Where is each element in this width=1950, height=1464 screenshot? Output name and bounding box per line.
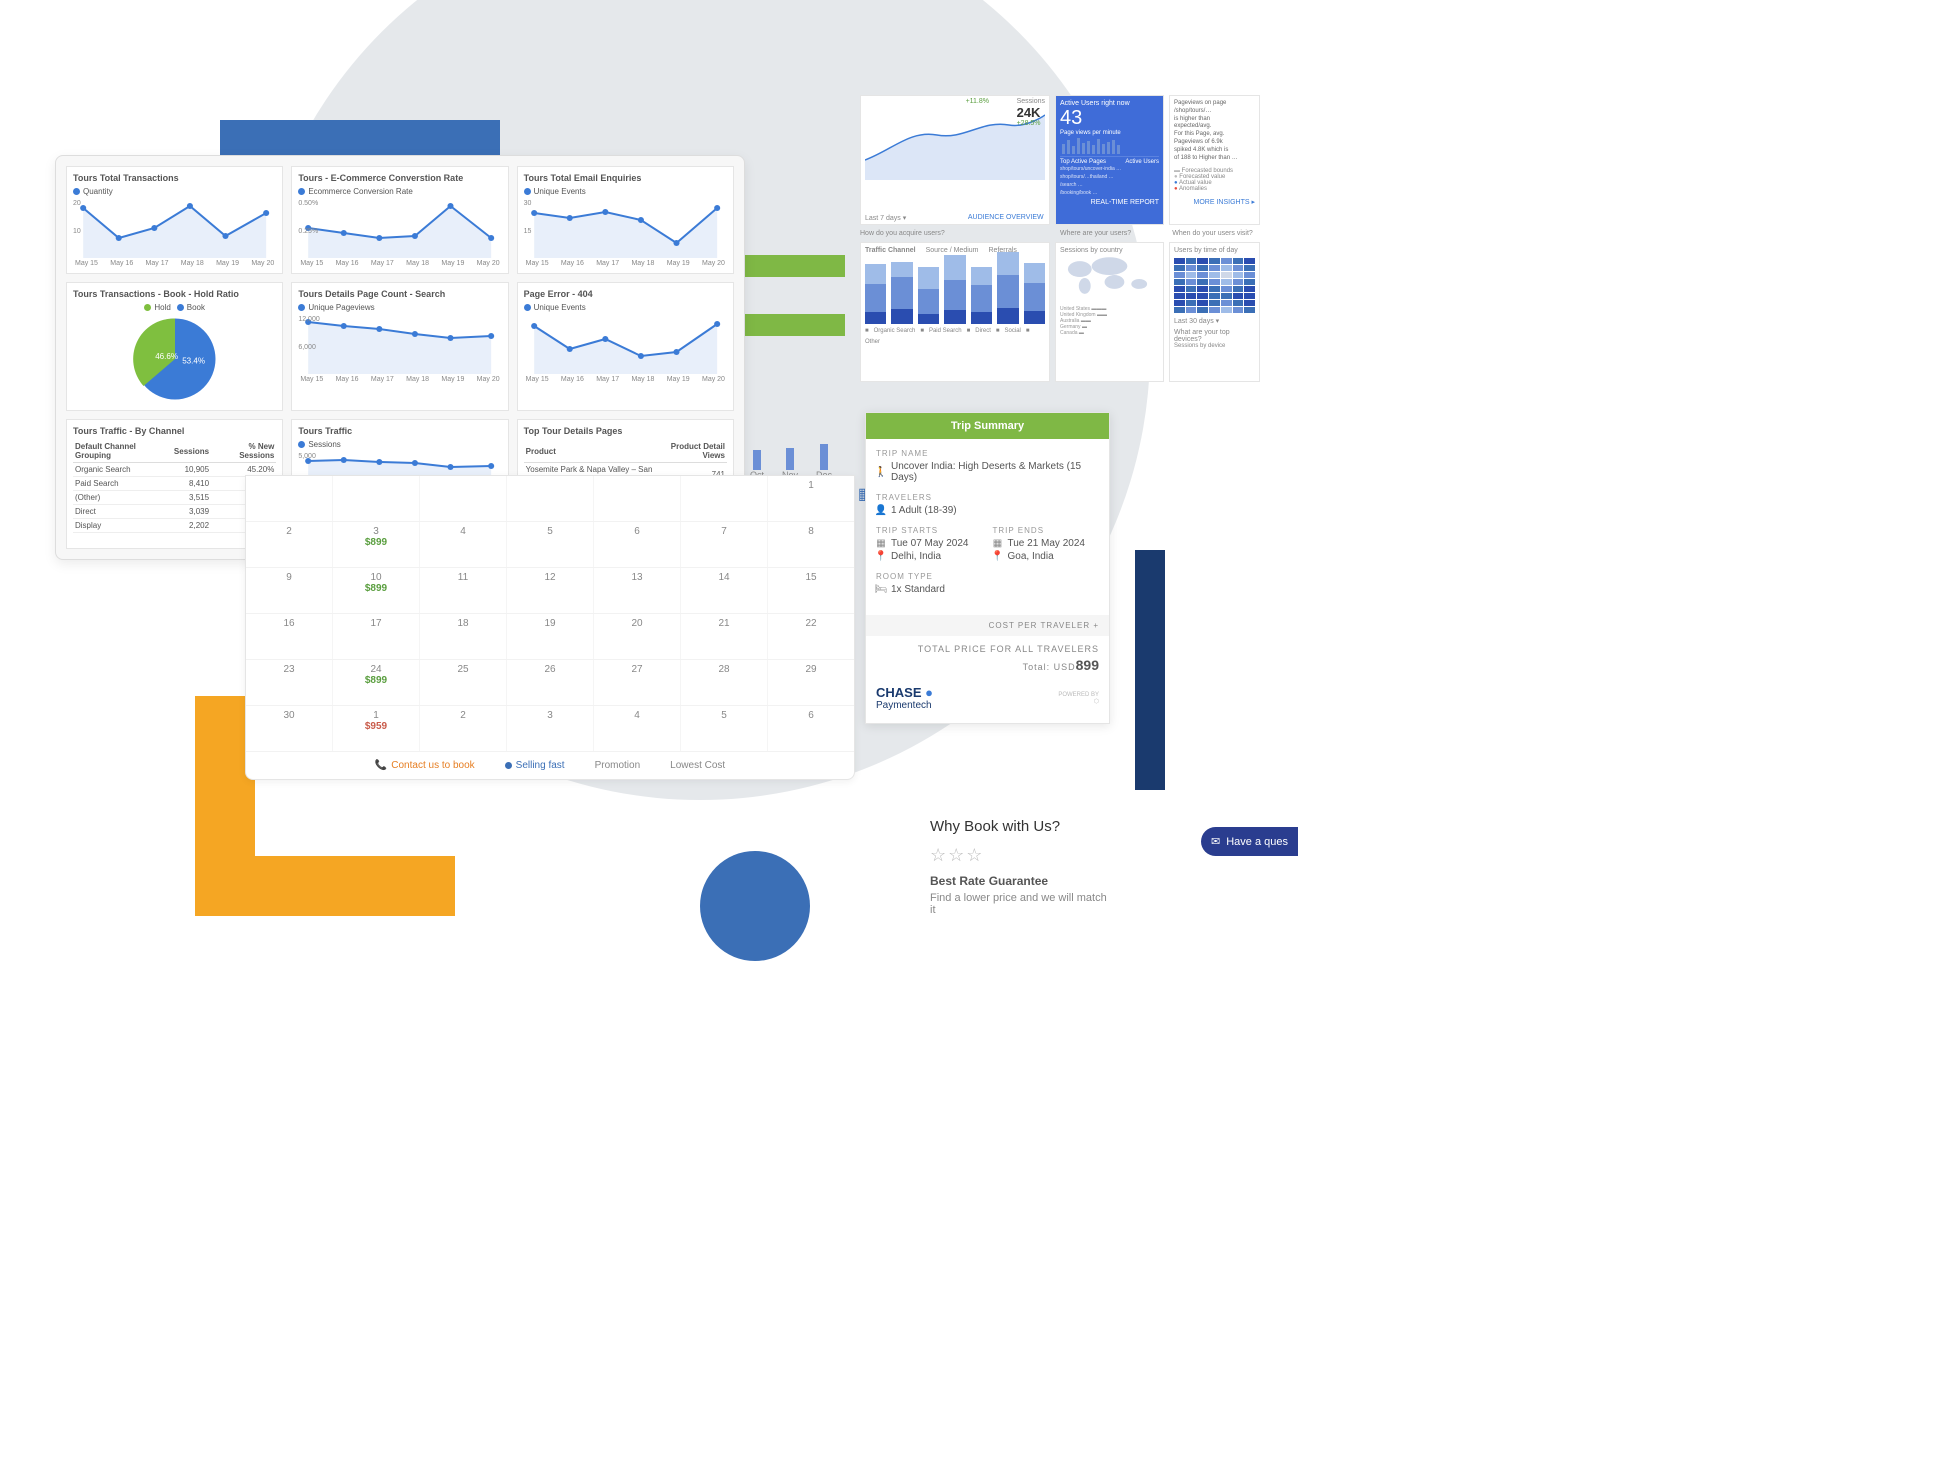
card-title: Tours Total Transactions bbox=[73, 173, 276, 183]
chase-logo: CHASE ●Paymentech bbox=[876, 685, 933, 711]
calendar-day[interactable]: 11 bbox=[420, 568, 507, 613]
calendar-day[interactable]: 7 bbox=[681, 522, 768, 567]
calendar-day[interactable]: 21 bbox=[681, 614, 768, 659]
chat-button[interactable]: ✉ Have a ques bbox=[1201, 827, 1298, 856]
calendar-icon: ▦ bbox=[876, 539, 886, 549]
calendar-day[interactable]: 2 bbox=[420, 706, 507, 751]
decorative-green bbox=[745, 255, 845, 277]
card-conversion: Tours - E-Commerce Converstion Rate Ecom… bbox=[291, 166, 508, 274]
mini-chart: Oct Nov Dec bbox=[750, 430, 832, 480]
decorative-bar bbox=[1135, 550, 1165, 790]
phone-icon: 📞 bbox=[375, 760, 387, 771]
insights-link[interactable]: MORE INSIGHTS ▸ bbox=[1174, 198, 1255, 206]
feature-text: Find a lower price and we will match it bbox=[930, 892, 1110, 916]
decorative-circle bbox=[700, 851, 810, 961]
selling-fast-label: Selling fast bbox=[505, 760, 565, 771]
calendar-day[interactable]: 30 bbox=[246, 706, 333, 751]
pin-icon: 📍 bbox=[993, 552, 1003, 562]
decorative-orange bbox=[195, 856, 455, 916]
card-enquiries: Tours Total Email Enquiries Unique Event… bbox=[517, 166, 734, 274]
star-rating: ☆☆☆ bbox=[930, 845, 1110, 866]
calendar-day[interactable]: 8 bbox=[768, 522, 854, 567]
section-title: Why Book with Us? bbox=[930, 818, 1110, 835]
calendar-day[interactable]: 3$899 bbox=[333, 522, 420, 567]
realtime-link[interactable]: REAL-TIME REPORT bbox=[1060, 199, 1159, 206]
calendar-day[interactable]: 28 bbox=[681, 660, 768, 705]
calendar: 123$89945678910$899111213141516171819202… bbox=[245, 475, 855, 780]
calendar-day[interactable]: 27 bbox=[594, 660, 681, 705]
calendar-day[interactable]: 6 bbox=[768, 706, 854, 751]
calendar-day[interactable]: 23 bbox=[246, 660, 333, 705]
card-pageviews: Tours Details Page Count - Search Unique… bbox=[291, 282, 508, 411]
calendar-day[interactable]: 19 bbox=[507, 614, 594, 659]
contact-link[interactable]: 📞Contact us to book bbox=[375, 760, 475, 771]
decorative-green bbox=[745, 314, 845, 336]
card-404: Page Error - 404 Unique Events May 15May… bbox=[517, 282, 734, 411]
feature-heading: Best Rate Guarantee bbox=[930, 874, 1048, 888]
promotion-label: Promotion bbox=[595, 760, 641, 771]
svg-text:46.6%: 46.6% bbox=[155, 352, 178, 361]
cost-toggle[interactable]: COST PER TRAVELER + bbox=[866, 615, 1109, 636]
calendar-day[interactable]: 22 bbox=[768, 614, 854, 659]
date-range-select[interactable]: Last 30 days ▾ bbox=[1174, 313, 1255, 325]
calendar-day[interactable]: 17 bbox=[333, 614, 420, 659]
calendar-day[interactable]: 4 bbox=[594, 706, 681, 751]
calendar-day[interactable]: 25 bbox=[420, 660, 507, 705]
card-transactions: Tours Total Transactions Quantity 2010 M… bbox=[66, 166, 283, 274]
tab-source[interactable]: Source / Medium bbox=[926, 247, 979, 254]
lowest-cost-label: Lowest Cost bbox=[670, 760, 725, 771]
mail-icon: ✉ bbox=[1211, 835, 1220, 848]
calendar-day[interactable]: 10$899 bbox=[333, 568, 420, 613]
panel-title: Trip Summary bbox=[866, 413, 1109, 439]
calendar-day[interactable]: 20 bbox=[594, 614, 681, 659]
analytics-panel: Sessions24K+28.5% +11.8% Last 7 days ▾AU… bbox=[860, 95, 1260, 415]
tab-traffic[interactable]: Traffic Channel bbox=[865, 247, 916, 254]
calendar-day[interactable]: 9 bbox=[246, 568, 333, 613]
why-book-panel: Why Book with Us? ☆☆☆ Best Rate Guarante… bbox=[930, 818, 1110, 916]
calendar-day[interactable]: 29 bbox=[768, 660, 854, 705]
bed-icon: 🛏 bbox=[876, 585, 886, 595]
calendar-day[interactable]: 18 bbox=[420, 614, 507, 659]
calendar-day[interactable]: 1$959 bbox=[333, 706, 420, 751]
calendar-day[interactable]: 16 bbox=[246, 614, 333, 659]
calendar-day[interactable]: 3 bbox=[507, 706, 594, 751]
card-pie: Tours Transactions - Book - Hold Ratio H… bbox=[66, 282, 283, 411]
calendar-legend: 📞Contact us to book Selling fast Promoti… bbox=[246, 752, 854, 779]
calendar-day[interactable]: 5 bbox=[507, 522, 594, 567]
calendar-day[interactable]: 6 bbox=[594, 522, 681, 567]
calendar-day[interactable]: 2 bbox=[246, 522, 333, 567]
calendar-day[interactable]: 12 bbox=[507, 568, 594, 613]
calendar-icon: ▦ bbox=[993, 539, 1003, 549]
calendar-day[interactable]: 5 bbox=[681, 706, 768, 751]
calendar-day[interactable]: 1 bbox=[768, 476, 854, 521]
svg-text:53.4%: 53.4% bbox=[182, 357, 205, 366]
person-icon: 👤 bbox=[876, 506, 886, 516]
calendar-day[interactable]: 4 bbox=[420, 522, 507, 567]
person-walk-icon: 🚶 bbox=[876, 467, 886, 477]
calendar-day[interactable]: 13 bbox=[594, 568, 681, 613]
audience-link[interactable]: AUDIENCE OVERVIEW bbox=[968, 214, 1044, 222]
calendar-day[interactable]: 15 bbox=[768, 568, 854, 613]
pin-icon: 📍 bbox=[876, 552, 886, 562]
trip-summary: Trip Summary TRIP NAME 🚶Uncover India: H… bbox=[865, 412, 1110, 724]
calendar-day[interactable]: 14 bbox=[681, 568, 768, 613]
date-range-select[interactable]: Last 7 days ▾ bbox=[865, 214, 906, 222]
calendar-day[interactable]: 26 bbox=[507, 660, 594, 705]
calendar-day[interactable]: 24$899 bbox=[333, 660, 420, 705]
